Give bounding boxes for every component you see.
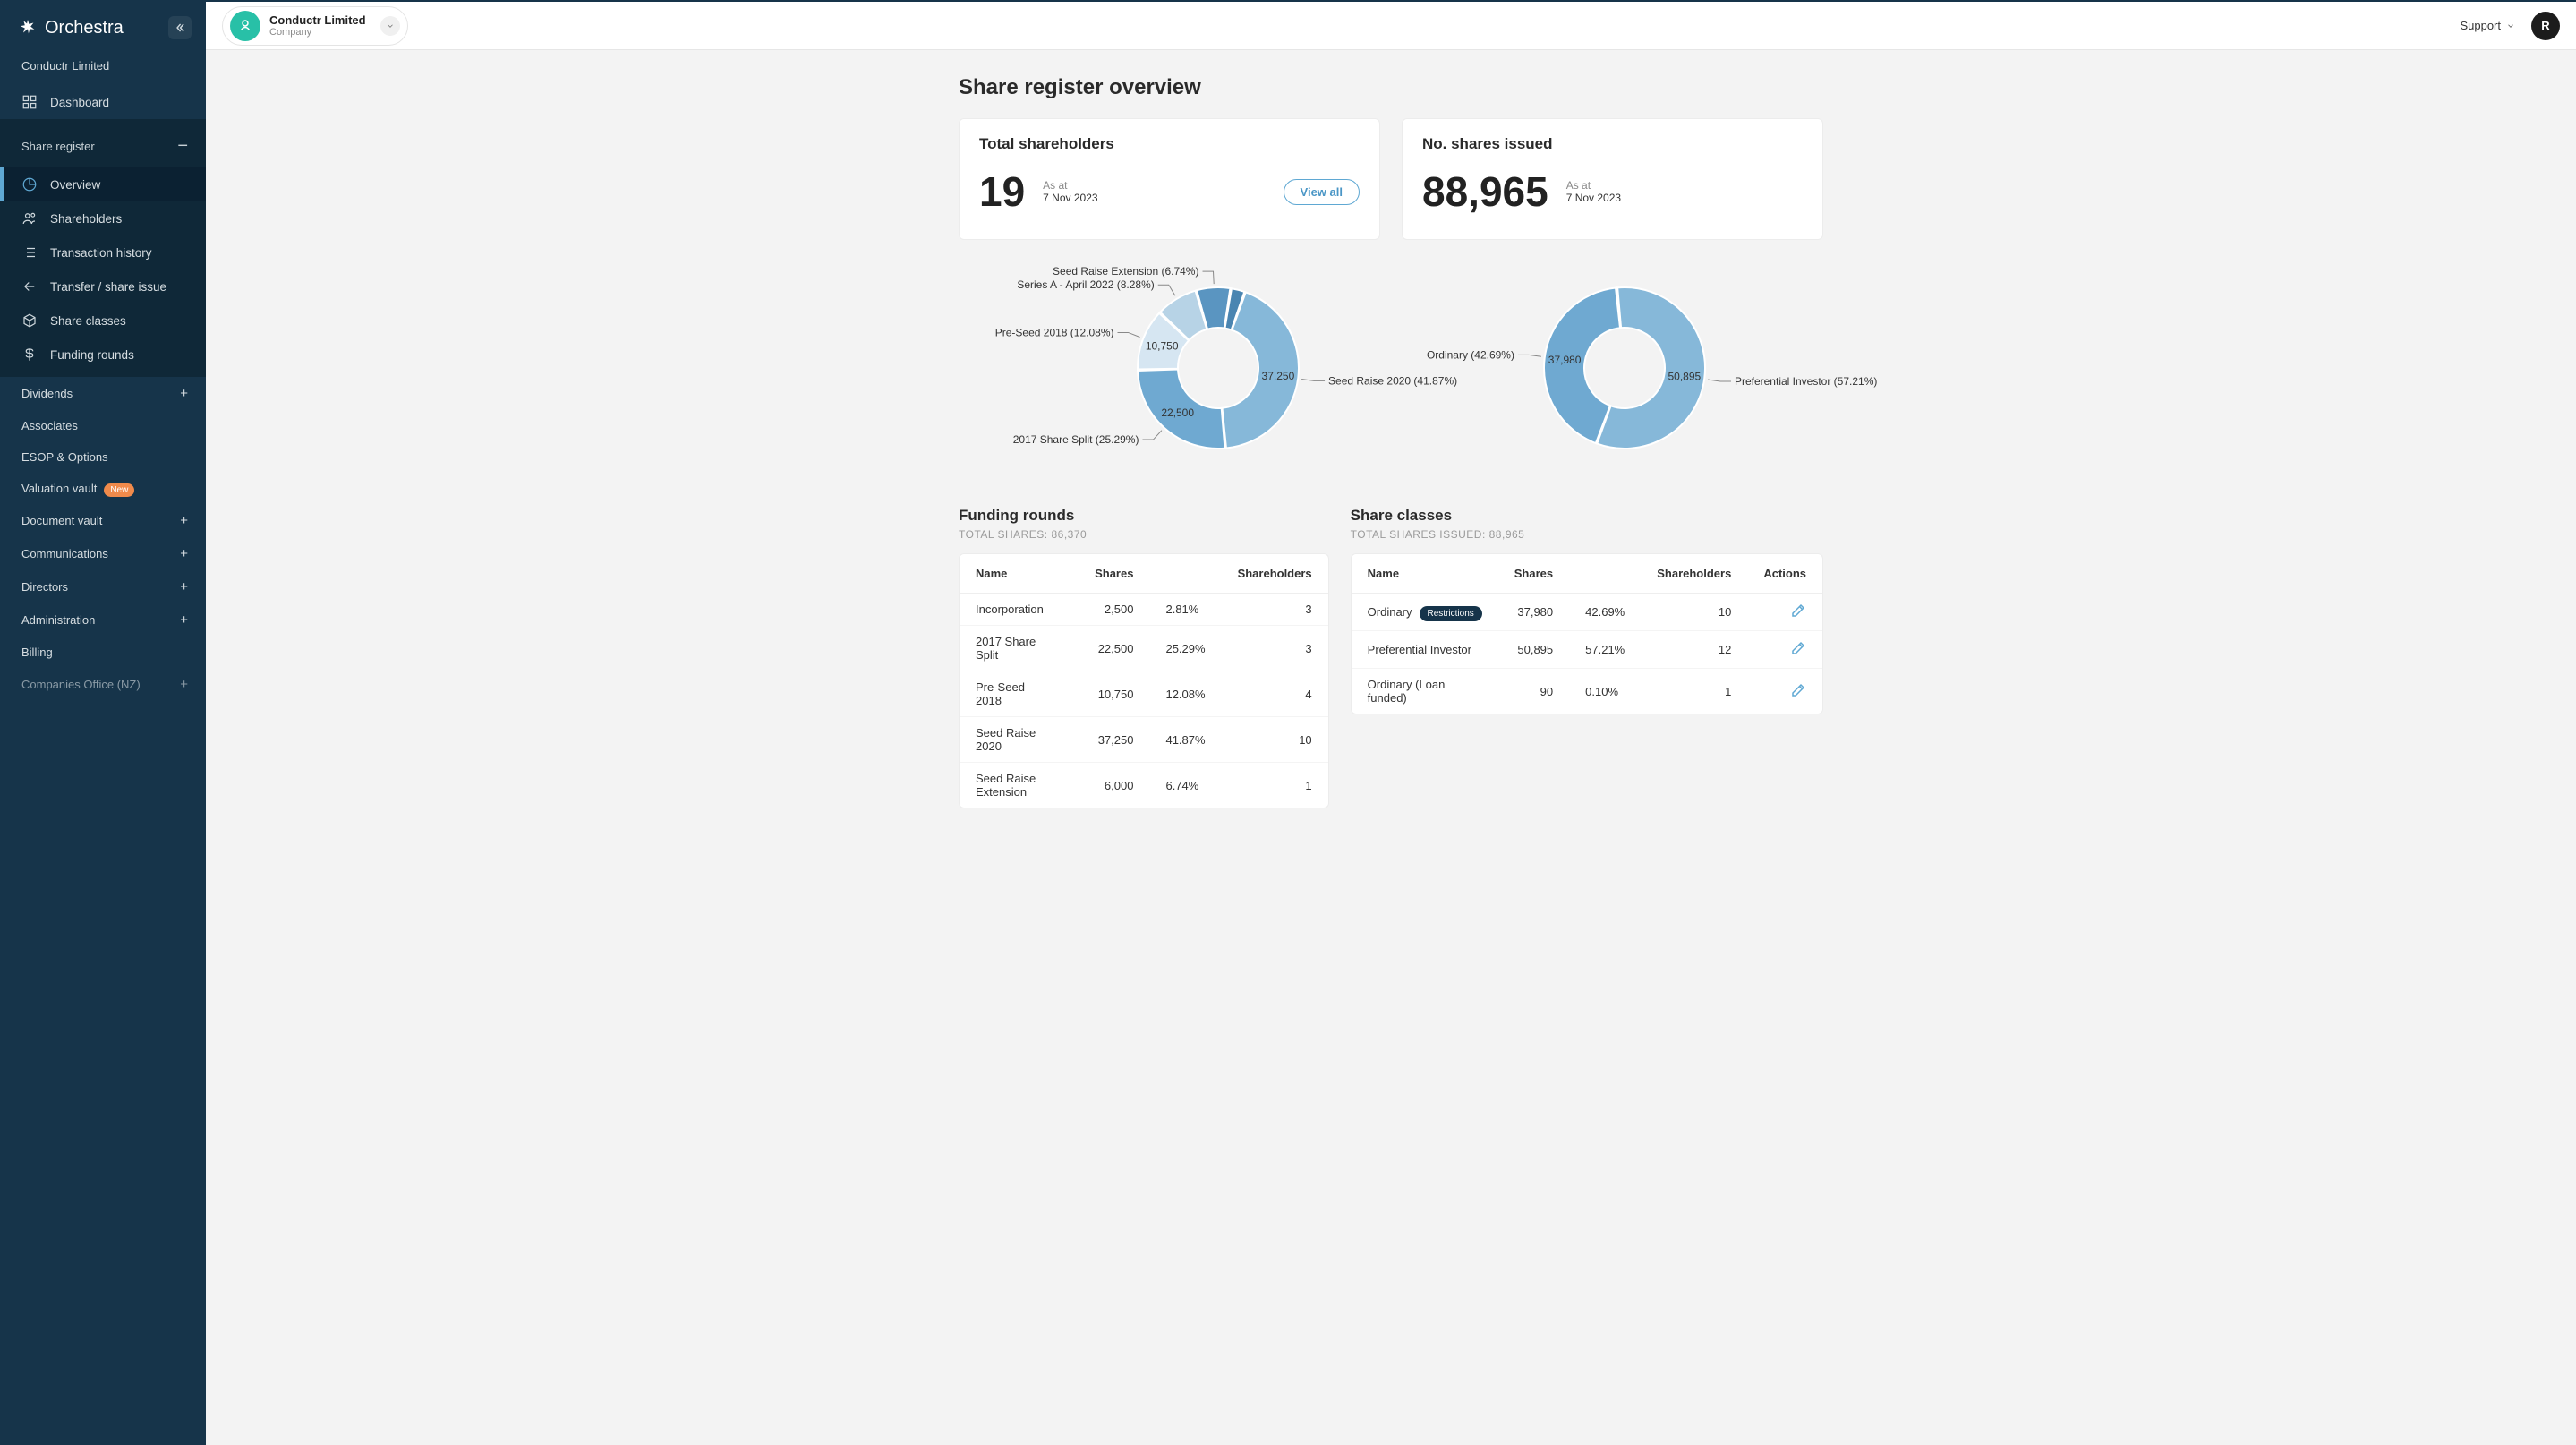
shareholders-count: 19 xyxy=(979,171,1025,212)
svg-text:2017 Share Split (25.29%): 2017 Share Split (25.29%) xyxy=(1013,433,1139,446)
table-row[interactable]: Preferential Investor50,89557.21%12 xyxy=(1352,631,1822,669)
overview-icon xyxy=(21,176,38,192)
user-avatar[interactable]: R xyxy=(2531,12,2560,40)
table-row[interactable]: 2017 Share Split22,50025.29%3 xyxy=(960,626,1328,671)
logo: Orchestra xyxy=(18,18,124,38)
company-switcher[interactable]: Conductr Limited Company xyxy=(222,6,408,46)
chevron-down-icon xyxy=(380,16,400,36)
edit-icon[interactable] xyxy=(1790,682,1806,698)
table-row[interactable]: Ordinary (Loan funded)900.10%1 xyxy=(1352,669,1822,714)
people-icon xyxy=(21,210,38,227)
table-row[interactable]: Seed Raise Extension6,0006.74%1 xyxy=(960,763,1328,808)
logo-icon xyxy=(18,18,38,38)
transfer-icon xyxy=(21,278,38,295)
plus-icon: + xyxy=(180,546,188,561)
svg-text:Series A - April 2022 (8.28%): Series A - April 2022 (8.28%) xyxy=(1017,278,1154,291)
chevron-down-icon xyxy=(2506,21,2515,30)
sidebar-item-administration[interactable]: Administration+ xyxy=(0,603,206,637)
donut-share-classes: Preferential Investor (57.21%)50,895Ordi… xyxy=(1410,265,1839,471)
sidebar-collapse-button[interactable] xyxy=(168,16,192,39)
sidebar-item-transaction-history[interactable]: Transaction history xyxy=(0,235,206,269)
edit-icon[interactable] xyxy=(1790,640,1806,656)
cube-icon xyxy=(21,312,38,329)
view-all-button[interactable]: View all xyxy=(1284,179,1360,205)
sidebar-item-overview[interactable]: Overview xyxy=(0,167,206,201)
card-shares-issued: No. shares issued 88,965 As at 7 Nov 202… xyxy=(1402,118,1823,240)
sidebar-item-document-vault[interactable]: Document vault+ xyxy=(0,504,206,537)
svg-text:Preferential Investor (57.21%): Preferential Investor (57.21%) xyxy=(1735,375,1877,388)
funding-rounds-table-block: Funding rounds TOTAL SHARES: 86,370 Name… xyxy=(959,507,1329,808)
sidebar-item-share-classes[interactable]: Share classes xyxy=(0,304,206,338)
plus-icon: + xyxy=(180,677,188,692)
sidebar-item-shareholders[interactable]: Shareholders xyxy=(0,201,206,235)
svg-text:10,750: 10,750 xyxy=(1146,339,1179,352)
sidebar-item-transfer-issue[interactable]: Transfer / share issue xyxy=(0,269,206,304)
sidebar-item-dashboard[interactable]: Dashboard xyxy=(0,85,206,119)
sidebar-item-companies-office[interactable]: Companies Office (NZ)+ xyxy=(0,668,206,701)
sidebar-item-billing[interactable]: Billing xyxy=(0,637,206,668)
shares-issued-count: 88,965 xyxy=(1422,171,1548,212)
topbar: Conductr Limited Company Support R xyxy=(206,0,2576,50)
funding-rounds-table: Name Shares Shareholders Incorporation2,… xyxy=(959,553,1329,808)
plus-icon: + xyxy=(180,386,188,401)
sidebar-company: Conductr Limited xyxy=(0,52,206,85)
donut-funding-rounds: Seed Raise 2020 (41.87%)37,2502017 Share… xyxy=(959,265,1388,471)
share-classes-table: Name Shares Shareholders Actions Ordinar… xyxy=(1351,553,1823,714)
share-classes-table-block: Share classes TOTAL SHARES ISSUED: 88,96… xyxy=(1351,507,1823,808)
plus-icon: + xyxy=(180,513,188,528)
sidebar-group-share-register[interactable]: Share register − xyxy=(0,124,206,167)
dashboard-icon xyxy=(21,94,38,110)
sidebar-item-dividends[interactable]: Dividends+ xyxy=(0,377,206,410)
page-title: Share register overview xyxy=(959,75,1823,100)
plus-icon: + xyxy=(180,612,188,628)
new-badge: New xyxy=(104,483,134,497)
company-name: Conductr Limited xyxy=(269,13,366,27)
table-row[interactable]: OrdinaryRestrictions37,98042.69%10 xyxy=(1352,594,1822,631)
sidebar-item-valuation-vault[interactable]: Valuation vaultNew xyxy=(0,473,206,504)
card-total-shareholders: Total shareholders 19 As at 7 Nov 2023 V… xyxy=(959,118,1380,240)
sidebar-item-esop[interactable]: ESOP & Options xyxy=(0,441,206,473)
logo-text: Orchestra xyxy=(45,18,124,38)
svg-text:37,980: 37,980 xyxy=(1548,354,1582,366)
company-type: Company xyxy=(269,27,366,38)
table-row[interactable]: Incorporation2,5002.81%3 xyxy=(960,594,1328,626)
sidebar-item-directors[interactable]: Directors+ xyxy=(0,570,206,603)
list-icon xyxy=(21,244,38,261)
support-menu[interactable]: Support xyxy=(2460,19,2515,32)
restrictions-badge: Restrictions xyxy=(1420,606,1482,621)
table-row[interactable]: Pre-Seed 201810,75012.08%4 xyxy=(960,671,1328,717)
svg-text:22,500: 22,500 xyxy=(1161,406,1194,419)
svg-text:Seed Raise Extension (6.74%): Seed Raise Extension (6.74%) xyxy=(1053,265,1198,278)
svg-text:50,895: 50,895 xyxy=(1668,370,1701,382)
plus-icon: + xyxy=(180,579,188,594)
sidebar-item-funding-rounds[interactable]: Funding rounds xyxy=(0,338,206,372)
company-avatar xyxy=(230,11,260,41)
dollar-icon xyxy=(21,346,38,363)
sidebar-item-communications[interactable]: Communications+ xyxy=(0,537,206,570)
sidebar-item-associates[interactable]: Associates xyxy=(0,410,206,441)
edit-icon[interactable] xyxy=(1790,603,1806,619)
table-row[interactable]: Seed Raise 202037,25041.87%10 xyxy=(960,717,1328,763)
collapse-icon: − xyxy=(177,137,188,155)
sidebar: Orchestra Conductr Limited Dashboard Sha… xyxy=(0,0,206,1445)
svg-text:37,250: 37,250 xyxy=(1262,370,1295,382)
svg-text:Pre-Seed 2018 (12.08%): Pre-Seed 2018 (12.08%) xyxy=(995,326,1114,338)
svg-text:Ordinary (42.69%): Ordinary (42.69%) xyxy=(1427,348,1514,361)
